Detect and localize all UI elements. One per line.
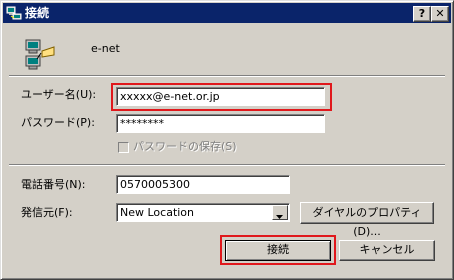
- connect-button[interactable]: 接続: [225, 240, 331, 261]
- title-bar[interactable]: 接続 ? ✕: [3, 3, 451, 23]
- save-password-label: パスワードの保存(S): [133, 140, 237, 153]
- network-computers-icon: [23, 37, 57, 71]
- window-title: 接続: [25, 6, 50, 20]
- connect-dialog: 接続 ? ✕ e-net ユーザー名(U): xxxxx@e-net.or.jp…: [0, 0, 454, 280]
- connection-name: e-net: [91, 42, 120, 55]
- cancel-button[interactable]: キャンセル: [339, 240, 435, 261]
- close-button[interactable]: ✕: [431, 6, 449, 22]
- password-field[interactable]: ********: [116, 114, 325, 133]
- chevron-down-icon: [276, 210, 284, 223]
- help-button[interactable]: ?: [413, 6, 431, 22]
- dial-from-select[interactable]: New Location: [116, 203, 290, 222]
- dial-from-label: 発信元(F):: [21, 206, 73, 219]
- separator: [9, 75, 445, 77]
- username-field[interactable]: xxxxx@e-net.or.jp: [116, 87, 325, 106]
- password-label: パスワード(P):: [21, 116, 95, 129]
- phone-label: 電話番号(N):: [21, 178, 86, 191]
- dial-from-value: New Location: [120, 206, 195, 219]
- save-password-checkbox[interactable]: [118, 142, 129, 153]
- dial-properties-button[interactable]: ダイヤルのプロパティ(D)...: [300, 202, 434, 238]
- phone-field[interactable]: 0570005300: [116, 175, 290, 194]
- separator: [9, 164, 445, 166]
- dropdown-button[interactable]: [272, 205, 288, 220]
- username-label: ユーザー名(U):: [21, 88, 97, 101]
- network-connection-icon: [6, 5, 22, 21]
